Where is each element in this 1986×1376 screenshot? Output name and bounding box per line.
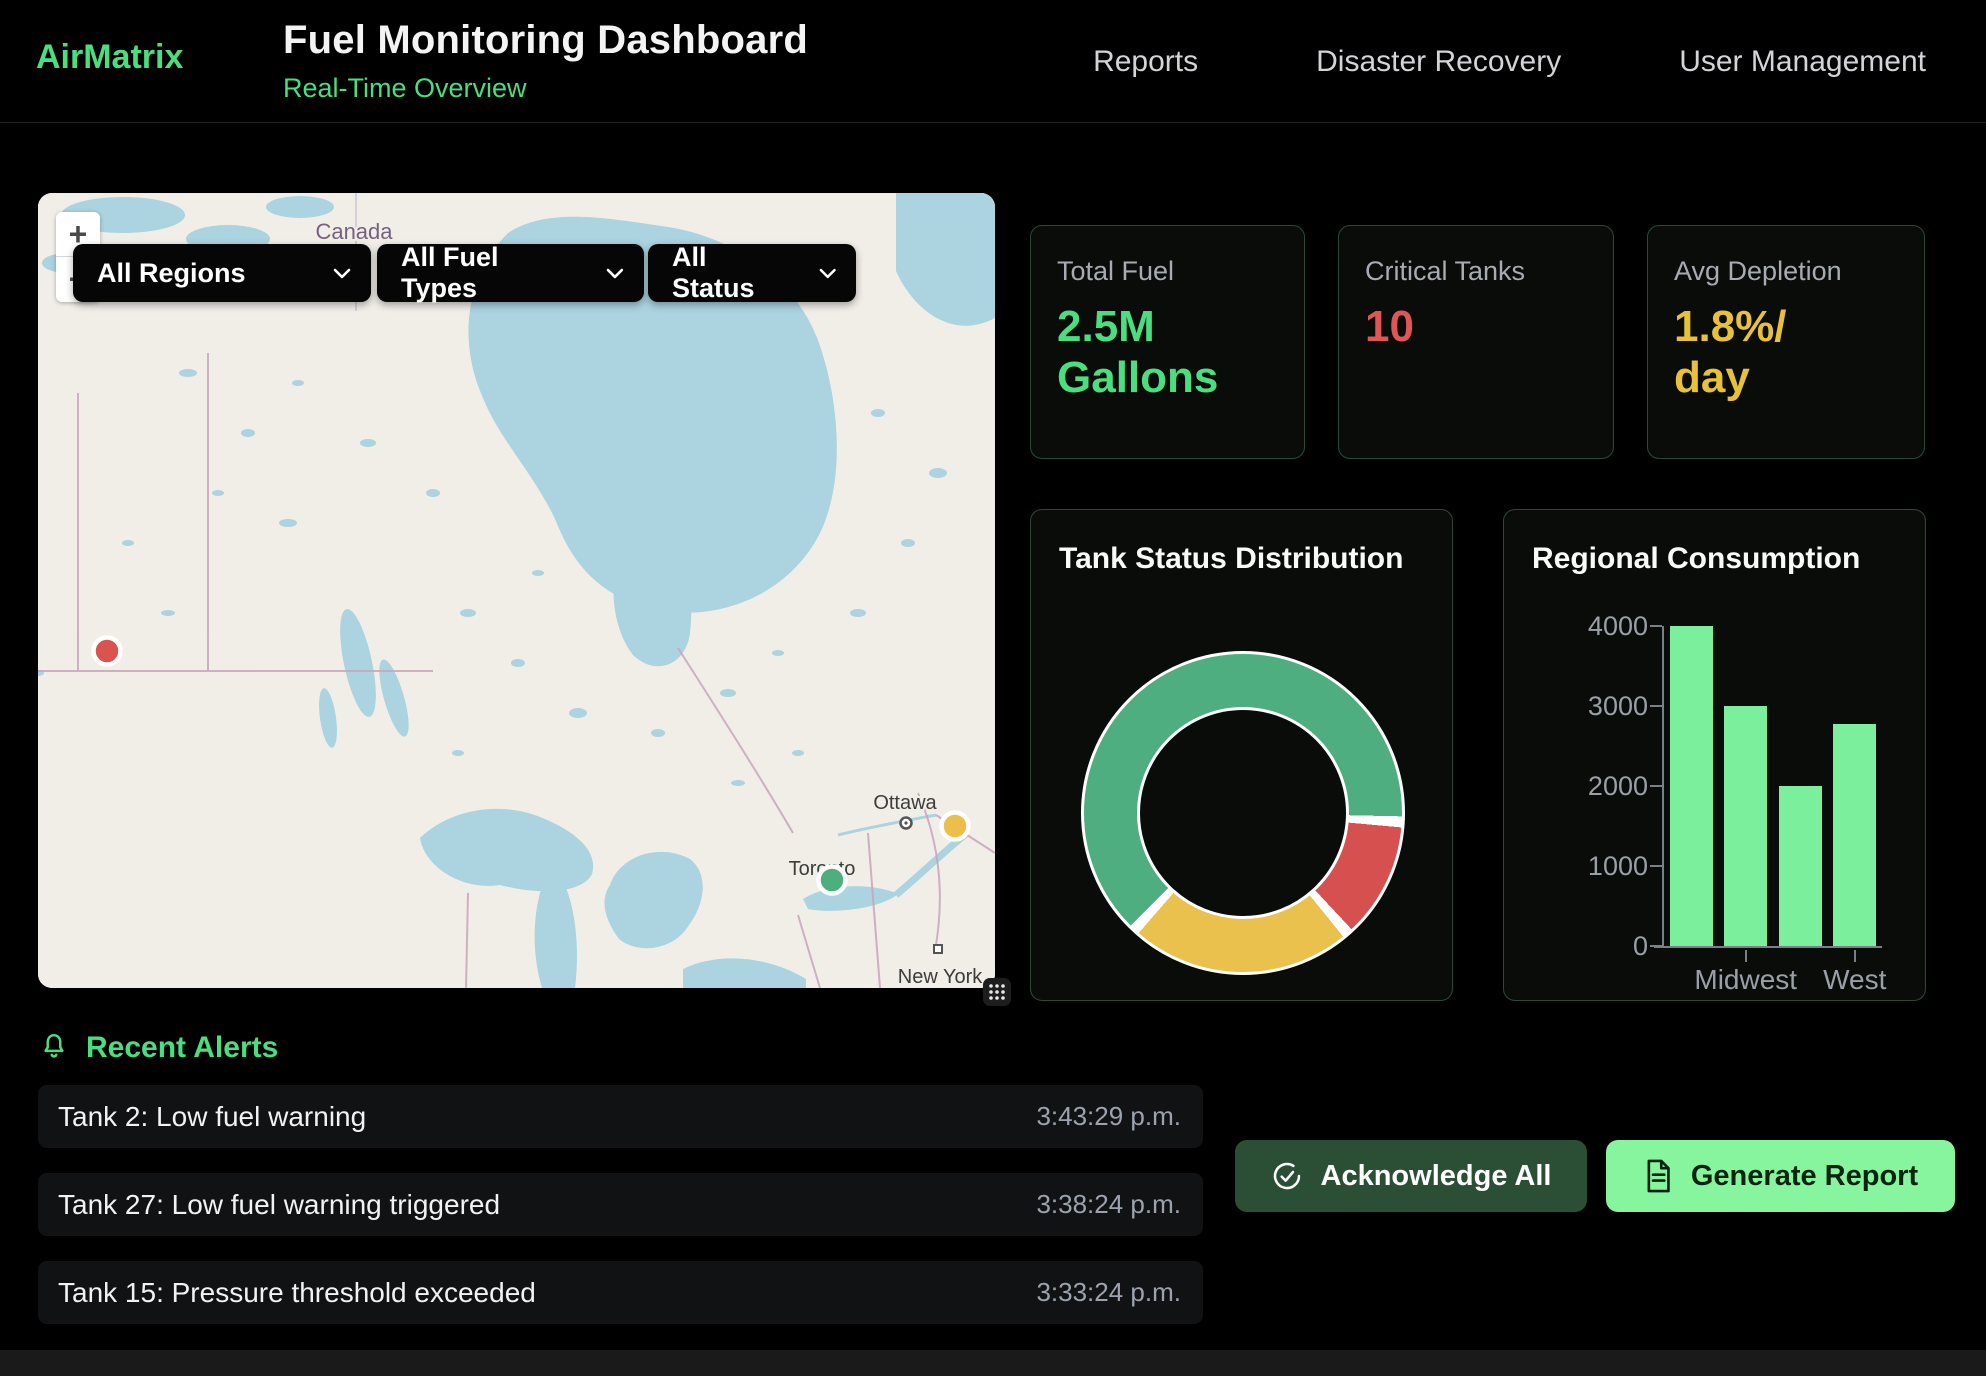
generate-report-button[interactable]: Generate Report [1606, 1140, 1955, 1212]
marker-critical[interactable] [94, 638, 121, 665]
bar [1833, 724, 1876, 946]
stat-value: 10 [1365, 301, 1540, 352]
main-nav: Reports Disaster Recovery User Managemen… [1093, 0, 1926, 123]
bell-icon [38, 1031, 70, 1065]
button-label: Generate Report [1691, 1160, 1918, 1193]
map-label-ottawa: Ottawa [873, 792, 937, 814]
map-panel[interactable]: Canada Ottawa Toronto New York + − All R… [38, 193, 995, 988]
alert-time: 3:38:24 p.m. [1036, 1189, 1181, 1220]
recent-alerts-section: Recent Alerts Tank 2: Low fuel warning 3… [38, 1028, 1955, 1068]
stat-card-critical-tanks: Critical Tanks 10 [1338, 225, 1614, 459]
y-tick-label: 2000 [1508, 772, 1648, 800]
x-tick-mark [1854, 950, 1856, 962]
check-circle-icon [1271, 1160, 1303, 1192]
alerts-heading-row: Recent Alerts [38, 1028, 1955, 1068]
footer-bar [0, 1350, 1986, 1376]
x-axis-line [1654, 946, 1882, 948]
alert-time: 3:43:29 p.m. [1036, 1101, 1181, 1132]
alert-row[interactable]: Tank 27: Low fuel warning triggered 3:38… [38, 1173, 1203, 1236]
alert-message: Tank 27: Low fuel warning triggered [58, 1189, 500, 1221]
y-tick-mark [1650, 785, 1662, 787]
marker-normal[interactable] [819, 867, 846, 894]
marker-warning[interactable] [942, 813, 969, 840]
nav-item-disaster-recovery[interactable]: Disaster Recovery [1316, 45, 1561, 79]
panel-title: Regional Consumption [1532, 542, 1860, 576]
stat-card-avg-depletion: Avg Depletion 1.8%/​day [1647, 225, 1925, 459]
stat-card-total-fuel: Total Fuel 2.5M Gallons [1030, 225, 1305, 459]
regional-consumption-panel: Regional Consumption 01000200030004000Mi… [1503, 509, 1926, 1001]
alert-row[interactable]: Tank 2: Low fuel warning 3:43:29 p.m. [38, 1085, 1203, 1148]
document-icon [1643, 1159, 1673, 1193]
stat-label: Avg Depletion [1674, 256, 1898, 287]
map-label-new-york: New York [898, 966, 983, 988]
brand-logo: AirMatrix [36, 38, 183, 77]
alert-row[interactable]: Tank 15: Pressure threshold exceeded 3:3… [38, 1261, 1203, 1324]
alert-time: 3:33:24 p.m. [1036, 1277, 1181, 1308]
bar [1670, 626, 1713, 946]
chevron-down-icon [819, 268, 836, 279]
tank-status-panel: Tank Status Distribution [1030, 509, 1453, 1001]
nav-item-reports[interactable]: Reports [1093, 45, 1198, 79]
x-tick-mark [1745, 950, 1747, 962]
filter-status-value: All Status [672, 242, 793, 304]
y-tick-mark [1650, 625, 1662, 627]
x-tick-label: West [1775, 964, 1935, 996]
button-label: Acknowledge All [1321, 1160, 1552, 1193]
stat-value: 2.5M Gallons [1057, 301, 1232, 404]
bar [1779, 786, 1822, 946]
donut-chart-wrap [1081, 651, 1405, 975]
map-resize-handle[interactable] [983, 978, 1011, 1006]
alert-message: Tank 2: Low fuel warning [58, 1101, 366, 1133]
nav-item-user-management[interactable]: User Management [1679, 45, 1926, 79]
panel-title: Tank Status Distribution [1059, 542, 1403, 576]
acknowledge-all-button[interactable]: Acknowledge All [1235, 1140, 1587, 1212]
stat-label: Critical Tanks [1365, 256, 1587, 287]
bar-plot [1664, 626, 1882, 946]
alert-message: Tank 15: Pressure threshold exceeded [58, 1277, 536, 1309]
y-tick-label: 3000 [1508, 692, 1648, 720]
alerts-heading: Recent Alerts [86, 1031, 278, 1065]
y-tick-mark [1650, 945, 1662, 947]
drag-dots-icon [987, 982, 1007, 1002]
title-block: Fuel Monitoring Dashboard Real-Time Over… [283, 18, 808, 104]
map-canvas[interactable]: Canada Ottawa Toronto New York [38, 193, 995, 988]
stat-value: 1.8%/​day [1674, 301, 1849, 404]
app-header: AirMatrix Fuel Monitoring Dashboard Real… [0, 0, 1986, 123]
page-subtitle: Real-Time Overview [283, 73, 808, 104]
y-tick-label: 1000 [1508, 852, 1648, 880]
filter-fuel-type-select[interactable]: All Fuel Types [377, 244, 644, 302]
y-tick-mark [1650, 705, 1662, 707]
y-tick-label: 4000 [1508, 612, 1648, 640]
y-tick-mark [1650, 865, 1662, 867]
donut-hole [1137, 707, 1349, 919]
filter-fuel-type-value: All Fuel Types [401, 242, 580, 304]
filter-region-value: All Regions [97, 258, 246, 289]
y-tick-label: 0 [1508, 932, 1648, 960]
stat-label: Total Fuel [1057, 256, 1278, 287]
map-label-canada: Canada [315, 219, 393, 244]
bar [1724, 706, 1767, 946]
filter-status-select[interactable]: All Status [648, 244, 856, 302]
page-title: Fuel Monitoring Dashboard [283, 18, 808, 63]
chevron-down-icon [606, 268, 624, 279]
chevron-down-icon [333, 268, 351, 279]
filter-region-select[interactable]: All Regions [73, 244, 371, 302]
